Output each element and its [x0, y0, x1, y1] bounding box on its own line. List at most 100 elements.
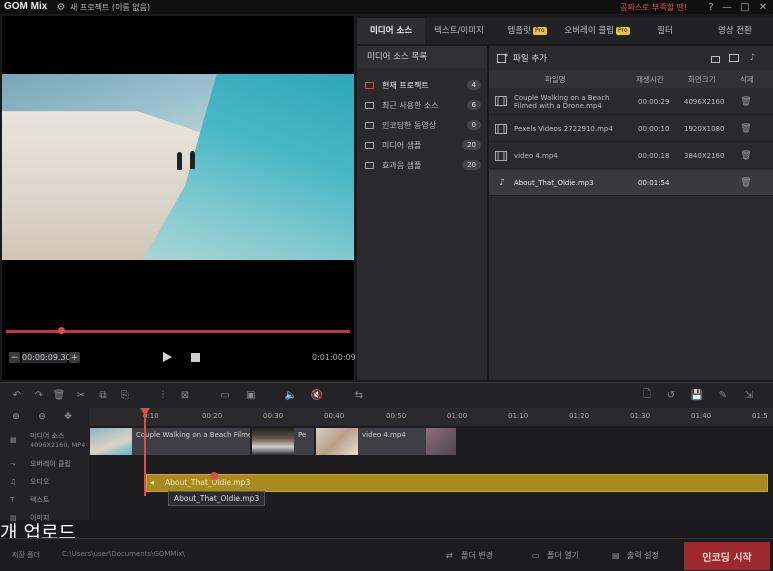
column-header-filename[interactable]: 파일명 [545, 74, 566, 85]
ruler-tick-label: 00:50 [386, 412, 407, 420]
clip-tooltip: About_That_Oldie.mp3 [168, 491, 266, 506]
file-duration: 00:01:54 [638, 179, 670, 187]
time-increase-button[interactable]: + [69, 352, 80, 363]
play-icon[interactable] [160, 350, 174, 364]
save-project-icon[interactable]: 💾 [690, 388, 704, 402]
zoom-in-icon[interactable]: ⊕ [10, 411, 22, 423]
media-track-icon: ▦ [10, 436, 17, 444]
redo-icon[interactable]: ↷ [32, 388, 46, 402]
resize-icon[interactable]: ▣ [244, 388, 258, 402]
file-name: video 4.mp4 [514, 152, 558, 160]
add-file-button[interactable]: 파일 추가 [513, 52, 547, 64]
maximize-button[interactable]: □ [738, 0, 752, 14]
promo-link[interactable]: 공짜스로 부족할 땐! [620, 2, 687, 13]
tab-media-source[interactable]: 미디어 소스 [357, 18, 425, 44]
file-name: Couple Walking on a Beach Filmed with a … [514, 94, 610, 110]
output-settings-button[interactable]: ▤ 출력 설정 [612, 544, 659, 566]
file-name: About_That_Oldie.mp3 [514, 179, 594, 187]
open-folder-button[interactable]: ▭ 폴더 열기 [532, 544, 579, 566]
count-badge: 20 [462, 160, 481, 170]
timeline-clip[interactable]: Pe [252, 428, 314, 455]
undo-icon[interactable]: ↶ [10, 388, 24, 402]
source-item-encoded[interactable]: 인코딩한 동영상 0 [365, 118, 481, 132]
help-button[interactable]: ? [704, 0, 718, 14]
track-label-overlay: ⤳ 오버레이 클립 [10, 459, 71, 469]
export-icon[interactable]: ⇲ [742, 388, 756, 402]
current-time-field[interactable]: 00:00:09.30 [22, 352, 71, 363]
source-item-recent[interactable]: 최근 사용한 소스 6 [365, 98, 481, 112]
zoom-out-icon[interactable]: ⊖ [36, 411, 48, 423]
timeline-ruler[interactable] [89, 408, 773, 426]
detach-audio-icon[interactable]: ⇆ [352, 388, 366, 402]
tab-template[interactable]: 템플릿 Pro [493, 18, 561, 44]
audio-track-icon: ♫ [10, 478, 17, 486]
split-icon[interactable]: ⫶ [156, 388, 170, 402]
volume-icon[interactable]: 🔈 [284, 388, 298, 402]
file-name: Pexels Videos 2722910.mp4 [514, 125, 613, 133]
tab-text-image[interactable]: 텍스트/이미지 [425, 18, 493, 44]
source-list-heading: 미디어 소스 목록 [357, 46, 487, 68]
playback-progress-handle[interactable] [57, 327, 65, 334]
ruler-tick-label: 01:40 [691, 412, 712, 420]
minimize-button[interactable]: — [720, 0, 734, 14]
delete-icon[interactable]: 🗑 [52, 388, 66, 402]
gear-icon[interactable]: ⚙ [55, 1, 67, 13]
folder-icon [365, 81, 374, 89]
start-encoding-button[interactable]: 인코딩 시작 [684, 542, 770, 570]
trash-icon[interactable]: 🗑 [740, 178, 751, 188]
import-icon[interactable] [711, 53, 722, 63]
trash-icon[interactable]: 🗑 [740, 124, 751, 134]
total-time: 0:01:00:09 [312, 353, 356, 362]
time-decrease-button[interactable]: − [9, 352, 20, 363]
source-item-media-samples[interactable]: 미디어 샘플 20 [365, 138, 481, 152]
count-badge: 4 [466, 80, 481, 90]
open-project-icon[interactable]: ↺ [664, 388, 678, 402]
pro-badge: Pro [532, 26, 547, 35]
crop-icon[interactable]: ▭ [218, 388, 232, 402]
folder-icon: ▭ [532, 550, 540, 560]
mute-icon[interactable]: 🔇 [310, 388, 324, 402]
app-logo: GOM Mix [4, 1, 48, 12]
new-project-icon[interactable]: 🗋 [640, 388, 654, 402]
tab-transition[interactable]: 영상 전환 [697, 18, 773, 44]
file-duration: 00:00:29 [638, 98, 670, 106]
video-file-icon [495, 124, 507, 134]
add-file-icon[interactable] [497, 53, 508, 63]
source-item-sfx-samples[interactable]: 효과음 샘플 20 [365, 158, 481, 172]
cut-icon[interactable]: ✂ [74, 388, 88, 402]
timeline-clip[interactable]: video 4.mp4 [316, 428, 456, 455]
track-label-audio: ♫ 오디오 [10, 478, 50, 486]
count-badge: 20 [462, 140, 481, 150]
video-file-icon [495, 151, 507, 161]
music-note-icon[interactable]: ♪ [747, 52, 758, 63]
speaker-icon: ◂ [150, 478, 155, 487]
copy-icon[interactable]: ⧉ [96, 388, 110, 402]
fit-icon[interactable]: ✥ [62, 411, 74, 423]
trash-icon[interactable]: 🗑 [740, 151, 751, 161]
ruler-tick-label: 00:40 [324, 412, 345, 420]
paste-icon[interactable]: ⎘ [118, 388, 132, 402]
source-item-current-project[interactable]: 현재 프로젝트 4 [365, 78, 481, 92]
tab-filter[interactable]: 필터 [633, 18, 697, 44]
column-header-duration[interactable]: 재생시간 [636, 74, 664, 85]
playhead[interactable] [144, 410, 146, 496]
file-size: 1920X1080 [684, 125, 725, 133]
timeline-clip[interactable]: Couple Walking on a Beach Filmed [90, 428, 250, 455]
audio-file-icon: ♪ [499, 177, 505, 188]
edit-icon[interactable]: ✎ [716, 388, 730, 402]
change-folder-button[interactable]: ⇄ 폴더 변경 [446, 544, 493, 566]
count-badge: 6 [466, 100, 481, 110]
screen-capture-icon[interactable] [729, 53, 740, 63]
folder-icon [365, 141, 374, 149]
ruler-tick-label: 00:20 [202, 412, 223, 420]
tab-overlay-clip[interactable]: 오버레이 클립 Pro [561, 18, 633, 44]
column-header-delete: 삭제 [740, 75, 754, 84]
close-button[interactable]: ✕ [756, 0, 770, 14]
column-header-size[interactable]: 화면크기 [688, 74, 716, 85]
stop-icon[interactable] [189, 351, 201, 363]
merge-icon[interactable]: ⊠ [178, 388, 192, 402]
drag-marker[interactable] [210, 472, 218, 480]
file-duration: 00:00:10 [638, 125, 670, 133]
video-preview [2, 74, 354, 260]
trash-icon[interactable]: 🗑 [740, 97, 751, 107]
